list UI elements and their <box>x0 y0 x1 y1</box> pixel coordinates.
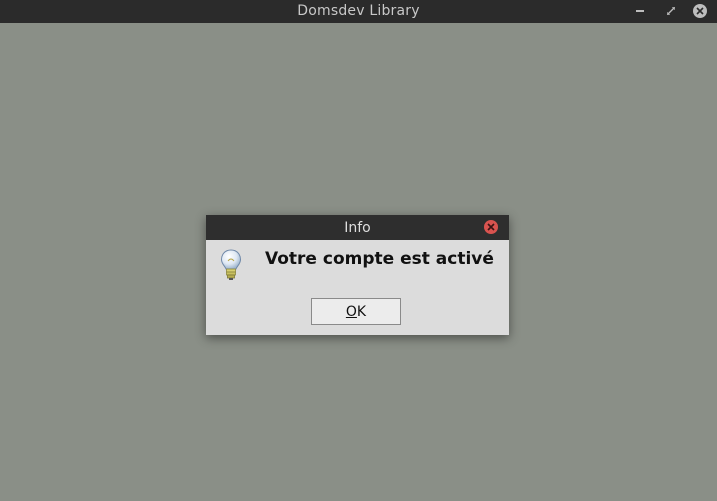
dialog-title: Info <box>344 220 371 236</box>
ok-button-label-rest: K <box>356 303 367 320</box>
main-window: Domsdev Library Info Votre compte est ac… <box>0 0 717 501</box>
window-titlebar[interactable]: Domsdev Library <box>0 0 717 23</box>
lightbulb-icon <box>220 249 242 281</box>
info-dialog: Info Votre compte est activé O K <box>206 215 509 335</box>
maximize-icon[interactable] <box>663 3 679 19</box>
dialog-close-icon[interactable] <box>484 220 498 234</box>
close-icon[interactable] <box>693 4 707 18</box>
dialog-message: Votre compte est activé <box>265 249 494 269</box>
minimize-icon[interactable] <box>632 3 648 19</box>
window-title: Domsdev Library <box>297 3 420 19</box>
ok-button-mnemonic: O <box>345 303 357 320</box>
dialog-titlebar[interactable]: Info <box>206 215 509 240</box>
ok-button[interactable]: OK <box>311 298 401 325</box>
